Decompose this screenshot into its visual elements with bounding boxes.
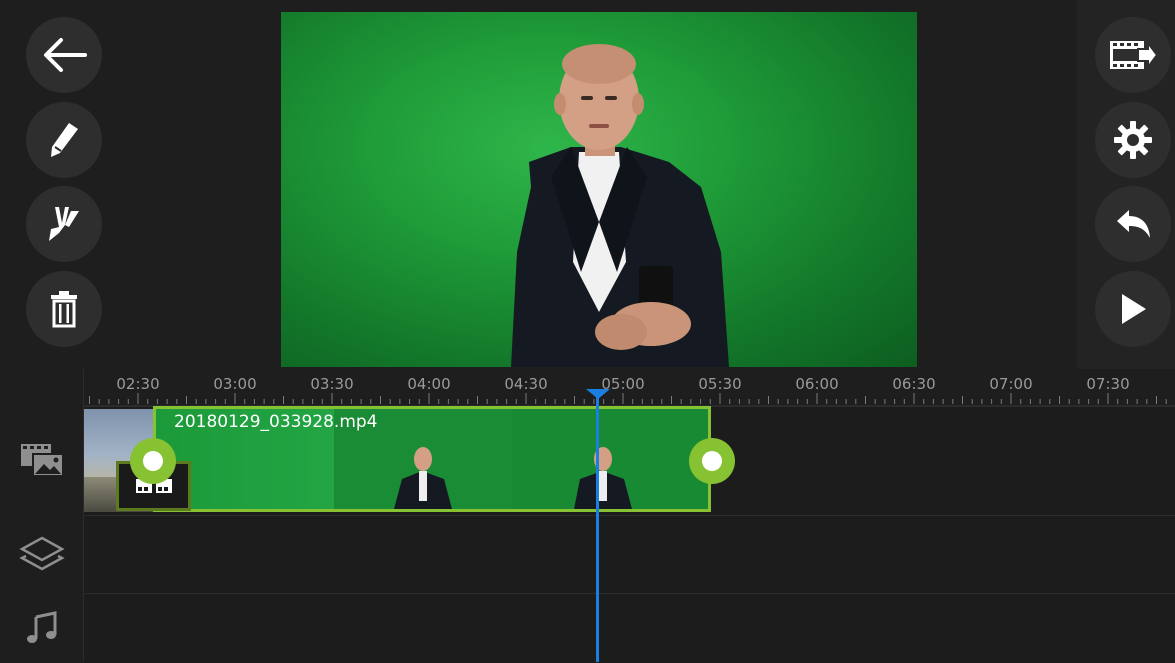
undo-button[interactable] <box>1095 186 1171 262</box>
presenter-thumbnail <box>574 447 632 509</box>
ruler-label: 03:30 <box>310 375 354 393</box>
film-export-icon <box>1110 40 1158 70</box>
ruler-label: 06:30 <box>892 375 936 393</box>
split-button[interactable] <box>26 186 102 262</box>
clip-filename: 20180129_033928.mp4 <box>174 412 378 432</box>
pencil-icon <box>51 123 78 157</box>
audio-track-header[interactable] <box>0 593 84 662</box>
audio-track[interactable] <box>84 593 1175 663</box>
layer-track-header[interactable] <box>0 515 84 592</box>
settings-button[interactable] <box>1095 102 1171 178</box>
clip-trim-end-handle[interactable] <box>689 438 735 484</box>
split-icon <box>49 207 79 241</box>
timeline-ruler[interactable]: 02:30 03:00 03:30 04:00 04:30 05:00 05:3… <box>84 369 1175 406</box>
handle-dot <box>702 451 722 471</box>
ruler-label: 05:30 <box>698 375 742 393</box>
left-toolbar <box>0 0 120 369</box>
presenter-image <box>511 44 729 367</box>
ruler-label: 07:30 <box>1086 375 1130 393</box>
trash-icon <box>51 291 77 328</box>
export-button[interactable] <box>1095 17 1171 93</box>
media-track-icon <box>20 444 64 477</box>
edit-button[interactable] <box>26 102 102 178</box>
ruler-label: 04:00 <box>407 375 451 393</box>
right-toolbar <box>1077 0 1175 369</box>
ruler-label: 06:00 <box>795 375 839 393</box>
music-note-icon <box>26 610 56 643</box>
ruler-label: 03:00 <box>213 375 257 393</box>
ruler-label: 02:30 <box>116 375 160 393</box>
ruler-label: 07:00 <box>989 375 1033 393</box>
clip-thumbnail <box>512 409 708 509</box>
arrow-left-icon <box>44 38 87 72</box>
video-preview[interactable] <box>281 12 917 367</box>
delete-button[interactable] <box>26 271 102 347</box>
ruler-label: 04:30 <box>504 375 548 393</box>
playhead[interactable] <box>596 391 599 662</box>
layer-track[interactable] <box>84 515 1175 593</box>
undo-icon <box>1117 210 1150 238</box>
handle-dot <box>143 451 163 471</box>
gear-icon <box>1114 121 1152 159</box>
clip-trim-start-handle[interactable] <box>130 438 176 484</box>
play-button[interactable] <box>1095 271 1171 347</box>
selected-clip[interactable]: 20180129_033928.mp4 <box>153 406 711 512</box>
play-icon <box>1122 294 1146 324</box>
layers-icon <box>18 536 65 570</box>
media-track-header[interactable] <box>0 406 84 514</box>
ruler-corner <box>0 369 84 405</box>
back-button[interactable] <box>26 17 102 93</box>
